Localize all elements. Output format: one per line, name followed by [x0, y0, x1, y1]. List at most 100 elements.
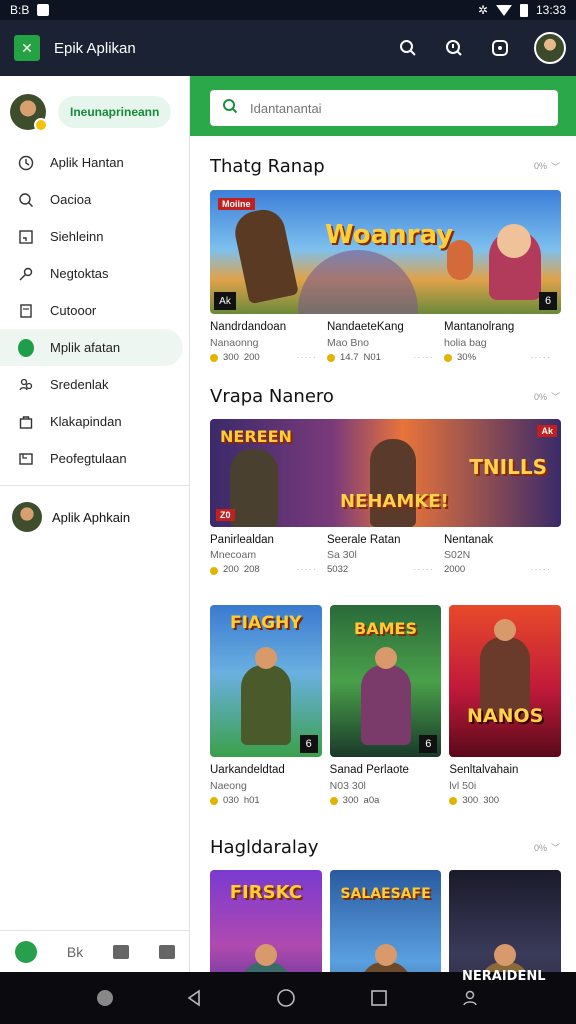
back-icon[interactable] — [186, 989, 202, 1007]
banner-title: NEHAMKE! — [340, 490, 449, 512]
game-tile[interactable]: NANOS — [449, 605, 562, 757]
game-tile[interactable]: FIAGHY 6 — [210, 605, 322, 757]
document-icon — [18, 303, 34, 319]
app-caption[interactable]: Mantanolrang holia bag 30% ····· — [444, 320, 561, 365]
filter-search-icon[interactable] — [442, 36, 466, 60]
app-caption[interactable]: Nandrdandoan Nanaonng 300 200 ····· — [210, 320, 327, 365]
character-figure — [231, 205, 299, 305]
home-dot-icon[interactable] — [96, 990, 113, 1006]
more-dots-icon: ····· — [530, 564, 551, 576]
app-subtitle: N03 30l — [329, 779, 366, 792]
people-icon — [18, 377, 34, 393]
sidebar-item-label: Peofegtulaan — [50, 451, 127, 466]
search-icon — [222, 98, 238, 119]
sidebar-item-label: Oacioa — [50, 192, 92, 207]
age-badge: 6 — [299, 735, 318, 753]
chevron-down-icon: ﹀ — [550, 161, 560, 172]
app-subtitle: Sa 30l — [327, 549, 357, 562]
sidebar-item-8[interactable]: Peofegtulaan — [0, 440, 189, 477]
sidebar-item-label: Sredenlak — [50, 377, 109, 392]
app-price: 030 — [223, 794, 239, 806]
rating-badge: Ak — [214, 292, 236, 310]
caption-row: Nandrdandoan Nanaonng 300 200 ····· Nandae… — [210, 320, 561, 365]
message-icon[interactable] — [113, 944, 130, 959]
sidebar-item-label: Klakapindan — [50, 414, 122, 429]
camera-icon[interactable] — [159, 944, 176, 959]
search-icon[interactable] — [396, 36, 420, 60]
tile-title: NANOS — [467, 705, 544, 727]
sidebar-profile[interactable]: Ineunaprineann — [0, 76, 189, 144]
sidebar-item-2[interactable]: Siehleinn — [0, 218, 189, 255]
banner-left-title: NEREEN — [220, 426, 292, 446]
age-badge: 6 — [539, 292, 557, 310]
more-dots-icon: ····· — [296, 564, 317, 576]
user-avatar — [12, 502, 42, 532]
sidebar-item-5[interactable]: Mplik afatan — [0, 329, 183, 366]
character-figure — [240, 647, 291, 745]
sidebar-item-0[interactable]: Aplik Hantan — [0, 144, 189, 181]
app-caption[interactable]: Uarkandeldtad Naeong 030 h01 — [210, 763, 322, 808]
search-input[interactable] — [250, 100, 510, 116]
coin-icon — [449, 797, 458, 806]
app-subtitle: lvl 50i — [449, 779, 477, 792]
featured-banner[interactable]: Moiine Woanray Ak 6 — [210, 190, 561, 314]
game-tile[interactable]: BAMES 6 — [329, 605, 442, 757]
app-caption[interactable]: Sanad Perlaote N03 30l 300 a0a — [329, 763, 442, 808]
app-name: Senltalvahain — [449, 764, 519, 776]
app-title: Epik Aplikan — [54, 39, 136, 57]
user-avatar[interactable] — [534, 32, 566, 64]
search-box[interactable] — [210, 90, 558, 126]
age-badge: Ak — [537, 424, 557, 437]
sidebar-item-label: Negtoktas — [50, 266, 109, 281]
game-tile[interactable]: FIRSKC — [210, 869, 322, 972]
recents-icon[interactable] — [370, 989, 388, 1007]
status-left-text: B:B — [10, 3, 30, 17]
app-name: NandaeteKang — [327, 321, 404, 333]
sidebar-item-3[interactable]: Negtoktas — [0, 255, 189, 292]
sidebar-item-7[interactable]: Klakapindan — [0, 403, 189, 440]
app-subtitle: holia bag — [444, 336, 487, 349]
status-bar: B:B ✲ 13:33 — [0, 0, 576, 20]
app-caption[interactable]: NandaeteKang Mao Bno 14.7 N01 ····· — [327, 320, 444, 365]
person-icon[interactable] — [461, 989, 479, 1007]
home-icon[interactable] — [276, 988, 296, 1008]
sidebar-item-label: Mplik afatan — [50, 340, 121, 355]
app-price: 300 — [462, 794, 479, 806]
game-tile[interactable]: SALAESAFE — [329, 869, 442, 972]
sidebar: Ineunaprineann Aplik Hantan Oacioa Siehl… — [0, 76, 190, 972]
more-dots-icon: ····· — [530, 351, 551, 363]
app-caption[interactable]: Seerale Ratan Sa 30l 5032 ····· — [327, 533, 444, 578]
sidebar-item-6[interactable]: Sredenlak — [0, 366, 189, 403]
coin-icon — [327, 354, 335, 363]
app-logo-icon[interactable]: ✕ — [14, 35, 40, 61]
profile-avatar[interactable] — [10, 94, 48, 132]
sidebar-item-label: Aplik Hantan — [50, 155, 124, 170]
profile-pill[interactable]: Ineunaprineann — [58, 96, 172, 128]
leaf-icon[interactable] — [14, 940, 37, 963]
featured-banner[interactable]: NEREEN NEHAMKE! TNILLS Z0 Ak — [210, 418, 561, 527]
battery-icon — [519, 3, 528, 17]
app-caption[interactable]: Senltalvahain lvl 50i 300 300 — [449, 763, 561, 808]
game-tile[interactable] — [449, 869, 562, 972]
sidebar-item-1[interactable]: Oacioa — [0, 181, 189, 218]
coin-icon — [210, 797, 218, 806]
sidebar-bottom-text[interactable]: Bk — [67, 944, 83, 960]
banner-tag: Z0 — [216, 508, 235, 521]
see-more-button[interactable]: 0% ﹀ — [534, 390, 560, 403]
sidebar-user[interactable]: Aplik Aphkain — [0, 494, 189, 540]
see-more-button[interactable]: 0% ﹀ — [534, 160, 560, 173]
coin-icon — [210, 354, 218, 363]
tile-title: BAMES — [354, 619, 417, 638]
sidebar-item-4[interactable]: Cutooor — [0, 292, 189, 329]
app-caption[interactable]: Panirlealdan Mnecoam 200 208 ····· — [210, 533, 327, 578]
bag-icon — [18, 414, 34, 430]
app-caption[interactable]: Nentanak S02N 2000 ····· — [444, 533, 561, 578]
banner-tag: Moiine — [218, 198, 255, 210]
sidebar-bottom-bar: Bk — [0, 930, 190, 972]
app-bar: ✕ Epik Aplikan — [0, 20, 576, 76]
character-figure — [360, 943, 411, 972]
see-more-button[interactable]: 0% ﹀ — [534, 841, 560, 854]
app-extra: a0a — [363, 794, 380, 806]
record-icon[interactable] — [488, 36, 512, 60]
see-more-label: 0% — [533, 842, 547, 853]
